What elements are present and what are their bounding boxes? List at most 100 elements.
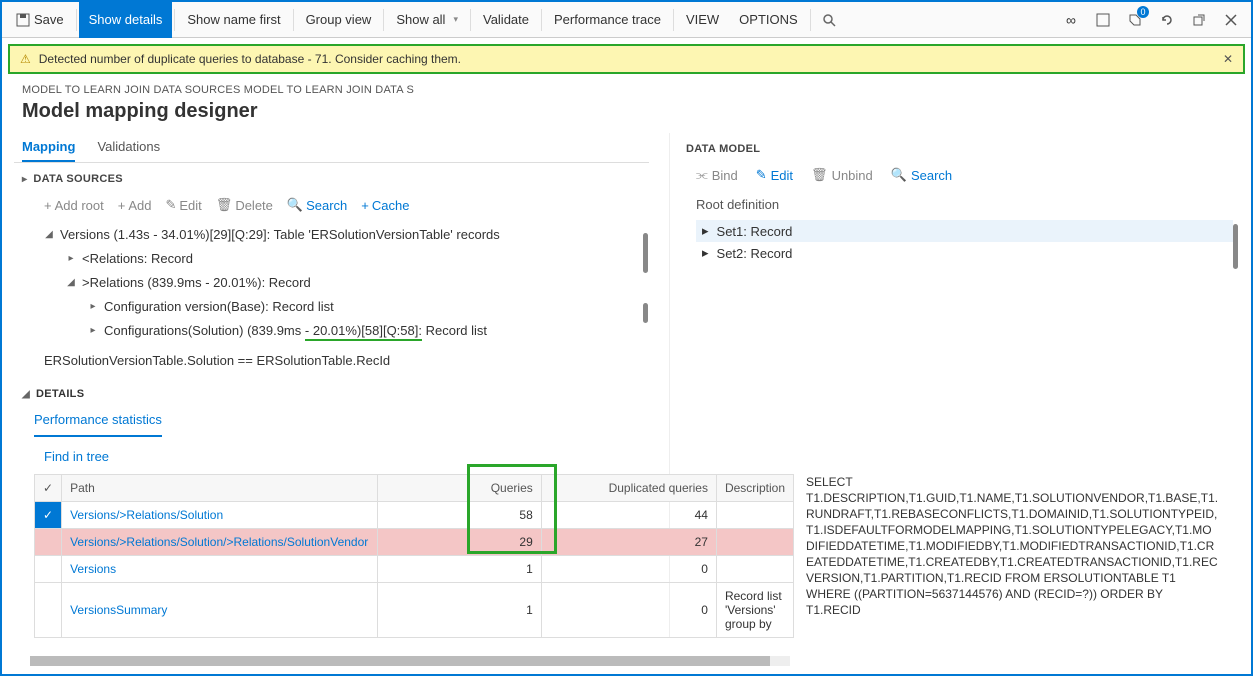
chevron-right-icon: ▸ xyxy=(88,296,98,318)
col-queries[interactable]: Queries xyxy=(378,475,542,502)
warning-icon: ⚠ xyxy=(20,52,31,66)
select-all-checkbox[interactable]: ✓ xyxy=(35,475,62,502)
tree-label: Configurations(Solution) (839.9ms - 20.0… xyxy=(104,320,487,342)
data-sources-header[interactable]: ▸ DATA SOURCES xyxy=(14,163,649,191)
warning-text: Detected number of duplicate queries to … xyxy=(39,52,461,66)
col-desc[interactable]: Description xyxy=(716,475,793,502)
separator xyxy=(470,9,471,31)
show-all-button[interactable]: Show all▾ xyxy=(386,2,468,38)
tree-node-config-solution[interactable]: ▸ Configurations(Solution) (839.9ms - 20… xyxy=(44,319,643,343)
performance-table: ✓ Path Queries Duplicated queries Descri… xyxy=(34,474,794,638)
show-name-first-button[interactable]: Show name first xyxy=(177,2,290,38)
tree-node-config-version[interactable]: ▸ Configuration version(Base): Record lis… xyxy=(44,295,643,319)
data-model-tree: ▸Set1: Record ▸ Set2: Record xyxy=(686,220,1233,269)
separator xyxy=(541,9,542,31)
tab-validations[interactable]: Validations xyxy=(97,133,160,162)
tree-label-text: Configurations(Solution) (839.9ms xyxy=(104,323,301,338)
filter-expression: ERSolutionVersionTable.Solution == ERSol… xyxy=(14,343,649,374)
scrollbar[interactable] xyxy=(643,303,648,323)
tree-label: <Relations: Record xyxy=(82,248,193,270)
row-check[interactable] xyxy=(35,556,62,583)
horizontal-scrollbar[interactable] xyxy=(30,656,790,666)
search-button[interactable]: 🔍Search xyxy=(891,167,952,183)
add-root-button[interactable]: +Add root xyxy=(44,198,104,213)
cache-button[interactable]: +Cache xyxy=(361,198,409,213)
popout-icon xyxy=(1192,13,1206,27)
edit-button[interactable]: ✎Edit xyxy=(165,197,201,213)
search-button[interactable]: 🔍Search xyxy=(287,197,347,213)
options-label: OPTIONS xyxy=(739,12,798,27)
close-button[interactable] xyxy=(1215,2,1247,38)
row-check[interactable]: ✓ xyxy=(35,502,62,529)
cell-queries: 1 xyxy=(378,556,542,583)
office-icon-button[interactable] xyxy=(1087,2,1119,38)
add-button[interactable]: +Add xyxy=(118,198,152,213)
chevron-right-icon: ▸ xyxy=(702,245,709,261)
delete-button[interactable]: 🗑Delete xyxy=(216,197,273,213)
tabs: Mapping Validations xyxy=(14,133,649,163)
tree-node-versions[interactable]: ◢Versions (1.43s - 34.01%)[29][Q:29]: Ta… xyxy=(44,223,643,247)
table-row[interactable]: Versions 1 0 xyxy=(35,556,794,583)
dm-node-set1[interactable]: ▸Set1: Record xyxy=(696,220,1233,242)
view-menu[interactable]: VIEW xyxy=(676,2,729,38)
show-name-first-label: Show name first xyxy=(187,12,280,27)
performance-trace-button[interactable]: Performance trace xyxy=(544,2,671,38)
scrollbar[interactable] xyxy=(643,233,648,273)
edit-button[interactable]: ✎Edit xyxy=(756,167,793,183)
popout-button[interactable] xyxy=(1183,2,1215,38)
cell-queries: 58 xyxy=(378,502,542,529)
scrollbar[interactable] xyxy=(1233,224,1238,269)
cache-label: Cache xyxy=(372,198,410,213)
cell-dup: 0 xyxy=(541,583,716,638)
unbind-button[interactable]: 🗑Unbind xyxy=(811,167,873,183)
col-path[interactable]: Path xyxy=(62,475,378,502)
find-in-tree-link[interactable]: Find in tree xyxy=(14,437,649,474)
save-button[interactable]: Save xyxy=(6,2,74,38)
warning-close-button[interactable]: ✕ xyxy=(1223,52,1233,66)
table-row[interactable]: VersionsSummary 1 0 Record list 'Version… xyxy=(35,583,794,638)
data-sources-label: DATA SOURCES xyxy=(33,173,123,185)
details-header[interactable]: ◢ DETAILS xyxy=(14,374,649,404)
dm-label: Set2: Record xyxy=(717,246,793,261)
tree-label: Configuration version(Base): Record list xyxy=(104,296,334,318)
perf-stats-label: Performance statistics xyxy=(34,412,162,427)
group-view-button[interactable]: Group view xyxy=(296,2,382,38)
notifications-button[interactable] xyxy=(1119,2,1151,38)
separator xyxy=(673,9,674,31)
breadcrumb: MODEL TO LEARN JOIN DATA SOURCES MODEL T… xyxy=(2,76,1251,98)
options-menu[interactable]: OPTIONS xyxy=(729,2,808,38)
plus-icon: + xyxy=(361,198,369,213)
perf-stats-tab[interactable]: Performance statistics xyxy=(34,404,162,437)
search-button[interactable] xyxy=(813,2,845,38)
caret-down-icon: ◢ xyxy=(66,272,76,294)
search-icon: 🔍 xyxy=(891,167,907,183)
cell-queries: 1 xyxy=(378,583,542,638)
link-icon-button[interactable]: ∞ xyxy=(1055,2,1087,38)
table-row[interactable]: ✓ Versions/>Relations/Solution 58 44 xyxy=(35,502,794,529)
bind-button[interactable]: ⫘Bind xyxy=(696,167,738,183)
tree-node-relations-in[interactable]: ▸<Relations: Record xyxy=(44,247,643,271)
tag-icon xyxy=(1128,13,1142,27)
edit-label: Edit xyxy=(179,198,201,213)
refresh-icon xyxy=(1160,13,1174,27)
validate-button[interactable]: Validate xyxy=(473,2,539,38)
show-details-button[interactable]: Show details xyxy=(79,2,173,38)
cell-path[interactable]: Versions/>Relations/Solution/>Relations/… xyxy=(62,529,378,556)
row-check[interactable] xyxy=(35,583,62,638)
table-row[interactable]: Versions/>Relations/Solution/>Relations/… xyxy=(35,529,794,556)
tree-node-relations-out[interactable]: ◢>Relations (839.9ms - 20.01%): Record xyxy=(44,271,643,295)
show-all-label: Show all xyxy=(396,12,445,27)
refresh-button[interactable] xyxy=(1151,2,1183,38)
tree-label-highlight: - 20.01%)[58][Q:58]: xyxy=(305,323,422,341)
cell-path[interactable]: Versions/>Relations/Solution xyxy=(62,502,378,529)
tab-mapping[interactable]: Mapping xyxy=(22,133,75,162)
dm-node-set2[interactable]: ▸ Set2: Record xyxy=(696,242,1233,264)
unbind-label: Unbind xyxy=(832,168,873,183)
root-definition-label: Root definition xyxy=(686,193,1239,220)
col-dup[interactable]: Duplicated queries xyxy=(541,475,716,502)
cell-path[interactable]: Versions xyxy=(62,556,378,583)
scrollbar-thumb[interactable] xyxy=(30,656,770,666)
row-check[interactable] xyxy=(35,529,62,556)
add-label: Add xyxy=(128,198,151,213)
cell-path[interactable]: VersionsSummary xyxy=(62,583,378,638)
